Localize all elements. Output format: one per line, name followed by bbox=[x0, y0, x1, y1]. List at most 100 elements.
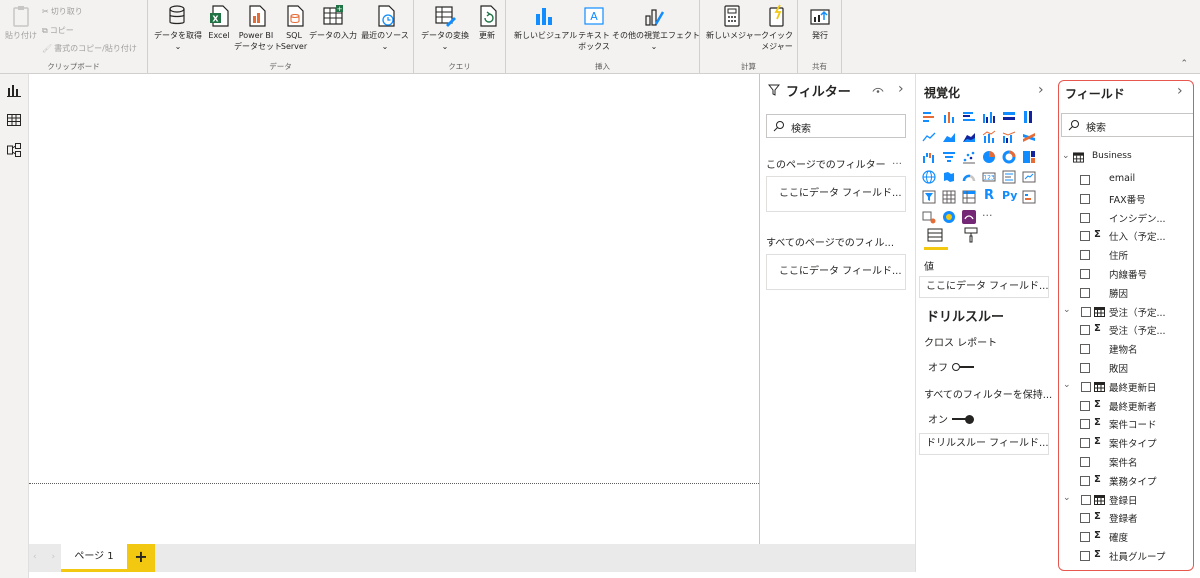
field-row[interactable]: Σ 登録者 bbox=[1059, 509, 1193, 527]
get-data-button[interactable]: データを取得 ⌄ bbox=[152, 4, 204, 52]
decomposition-tree-icon[interactable] bbox=[922, 210, 936, 224]
paste-button[interactable]: 貼り付け bbox=[4, 4, 38, 41]
line-clustered-column-icon[interactable] bbox=[1002, 130, 1016, 144]
field-checkbox[interactable] bbox=[1080, 231, 1090, 242]
field-row[interactable]: Σ 仕入（予定... bbox=[1059, 227, 1193, 245]
field-checkbox[interactable] bbox=[1080, 513, 1090, 524]
donut-chart-icon[interactable] bbox=[1002, 150, 1016, 164]
field-checkbox[interactable] bbox=[1080, 325, 1090, 336]
collapse-ribbon-icon[interactable]: ⌃ bbox=[1180, 59, 1188, 69]
field-checkbox[interactable] bbox=[1081, 306, 1091, 317]
cut-button[interactable]: ✂ 切り取り bbox=[42, 6, 83, 17]
map-icon[interactable] bbox=[922, 170, 936, 184]
field-row[interactable]: Σ 社員グループ bbox=[1059, 547, 1193, 565]
table-collapse-icon[interactable]: ⌄ bbox=[1062, 151, 1070, 161]
r-visual-icon[interactable]: R bbox=[984, 188, 998, 203]
field-checkbox[interactable] bbox=[1080, 551, 1090, 561]
powerbi-dataset-button[interactable]: Power BI データセット bbox=[234, 4, 282, 52]
filters-search-input[interactable]: 検索 bbox=[766, 114, 906, 138]
cross-report-toggle[interactable]: オフ bbox=[928, 359, 974, 374]
multi-row-card-icon[interactable] bbox=[1002, 170, 1016, 184]
refresh-button[interactable]: 更新 bbox=[474, 4, 500, 41]
field-checkbox[interactable] bbox=[1081, 494, 1091, 505]
field-row[interactable]: Σ 受注（予定... bbox=[1059, 321, 1193, 339]
model-view-icon[interactable] bbox=[6, 142, 22, 158]
page-tab-1[interactable]: ページ 1 bbox=[61, 544, 127, 572]
enter-data-button[interactable]: + データの入力 bbox=[308, 4, 358, 41]
data-view-icon[interactable] bbox=[6, 112, 22, 128]
card-icon[interactable]: 123 bbox=[982, 170, 996, 184]
filters-expand-icon[interactable]: › bbox=[898, 81, 904, 97]
format-paint-roller-icon[interactable] bbox=[962, 226, 980, 244]
power-apps-visual-icon[interactable] bbox=[962, 210, 976, 224]
field-checkbox[interactable] bbox=[1080, 344, 1090, 355]
field-row[interactable]: ⌄ 受注（予定... bbox=[1059, 303, 1193, 321]
field-checkbox[interactable] bbox=[1080, 475, 1090, 486]
more-visuals-button[interactable]: その他の視覚エフェクト ⌄ bbox=[612, 4, 700, 52]
ribbon-chart-icon[interactable] bbox=[1022, 130, 1036, 144]
key-influencers-icon[interactable] bbox=[1022, 190, 1036, 204]
add-page-button[interactable]: + bbox=[127, 544, 155, 572]
field-checkbox[interactable] bbox=[1080, 287, 1090, 298]
textbox-button[interactable]: A テキスト ボックス bbox=[576, 4, 612, 52]
new-visual-button[interactable]: 新しいビジュアル bbox=[514, 4, 577, 41]
matrix-icon[interactable] bbox=[962, 190, 976, 204]
waterfall-chart-icon[interactable] bbox=[922, 150, 936, 164]
field-row[interactable]: 内線番号 bbox=[1059, 265, 1193, 283]
table-visual-icon[interactable] bbox=[942, 190, 956, 204]
field-checkbox[interactable] bbox=[1081, 381, 1091, 392]
this-page-more-icon[interactable]: … bbox=[892, 156, 902, 167]
100-stacked-column-chart-icon[interactable] bbox=[1022, 110, 1036, 124]
field-row[interactable]: FAX番号 bbox=[1059, 190, 1193, 208]
field-checkbox[interactable] bbox=[1080, 250, 1090, 261]
drillthrough-drop-well[interactable]: ドリルスルー フィールド... bbox=[919, 433, 1049, 455]
field-checkbox[interactable] bbox=[1080, 457, 1090, 467]
field-row[interactable]: 勝因 bbox=[1059, 284, 1193, 302]
quick-measure-button[interactable]: クイック メジャー bbox=[760, 4, 794, 52]
sql-server-button[interactable]: SQL Server bbox=[280, 4, 308, 52]
stacked-bar-chart-icon[interactable] bbox=[922, 110, 936, 124]
fields-well-tab-icon[interactable] bbox=[926, 226, 944, 244]
field-row[interactable]: 敗因 bbox=[1059, 359, 1193, 377]
format-painter-button[interactable]: 🖌 書式のコピー/貼り付け bbox=[42, 43, 137, 54]
field-checkbox[interactable] bbox=[1080, 532, 1090, 543]
table-node-business[interactable]: ⌄ Business bbox=[1059, 149, 1193, 167]
gauge-icon[interactable] bbox=[962, 170, 976, 184]
field-row[interactable]: 住所 bbox=[1059, 246, 1193, 264]
field-checkbox[interactable] bbox=[1080, 363, 1090, 373]
slicer-icon[interactable] bbox=[922, 190, 936, 204]
eye-icon[interactable] bbox=[872, 87, 884, 96]
field-row[interactable]: 案件名 bbox=[1059, 453, 1193, 471]
field-row[interactable]: Σ 確度 bbox=[1059, 528, 1193, 546]
this-page-drop-well[interactable]: ここにデータ フィールド... bbox=[766, 176, 906, 212]
filled-map-icon[interactable] bbox=[942, 170, 956, 184]
field-expand-icon[interactable]: ⌄ bbox=[1063, 305, 1071, 315]
field-expand-icon[interactable]: ⌄ bbox=[1063, 380, 1071, 390]
report-view-icon[interactable] bbox=[6, 82, 22, 98]
clustered-column-chart-icon[interactable] bbox=[982, 110, 996, 124]
field-checkbox[interactable] bbox=[1080, 269, 1090, 279]
field-expand-icon[interactable]: ⌄ bbox=[1063, 493, 1071, 503]
page-nav-arrows[interactable]: ‹ › bbox=[33, 552, 61, 562]
visualizations-expand-icon[interactable]: › bbox=[1038, 82, 1044, 98]
line-chart-icon[interactable] bbox=[922, 130, 936, 144]
field-row[interactable]: email bbox=[1059, 171, 1193, 189]
field-row[interactable]: 建物名 bbox=[1059, 340, 1193, 358]
area-chart-icon[interactable] bbox=[942, 130, 956, 144]
stacked-column-chart-icon[interactable] bbox=[942, 110, 956, 124]
funnel-chart-icon[interactable] bbox=[942, 150, 956, 164]
clustered-bar-chart-icon[interactable] bbox=[962, 110, 976, 124]
values-drop-well[interactable]: ここにデータ フィールド... bbox=[919, 276, 1049, 298]
fields-expand-icon[interactable]: › bbox=[1177, 83, 1183, 99]
publish-button[interactable]: 発行 bbox=[804, 4, 836, 41]
fields-search-input[interactable]: 検索 bbox=[1061, 113, 1193, 137]
stacked-area-chart-icon[interactable] bbox=[962, 130, 976, 144]
excel-button[interactable]: X Excel bbox=[206, 4, 232, 41]
field-row[interactable]: ⌄ 登録日 bbox=[1059, 491, 1193, 509]
python-visual-icon[interactable]: Py bbox=[1002, 189, 1020, 203]
field-row[interactable]: ⌄ 最終更新日 bbox=[1059, 378, 1193, 396]
100-stacked-bar-chart-icon[interactable] bbox=[1002, 110, 1016, 124]
keep-all-filters-toggle[interactable]: オン bbox=[928, 411, 974, 426]
new-measure-button[interactable]: 新しいメジャー bbox=[706, 4, 762, 41]
field-checkbox[interactable] bbox=[1080, 438, 1090, 449]
